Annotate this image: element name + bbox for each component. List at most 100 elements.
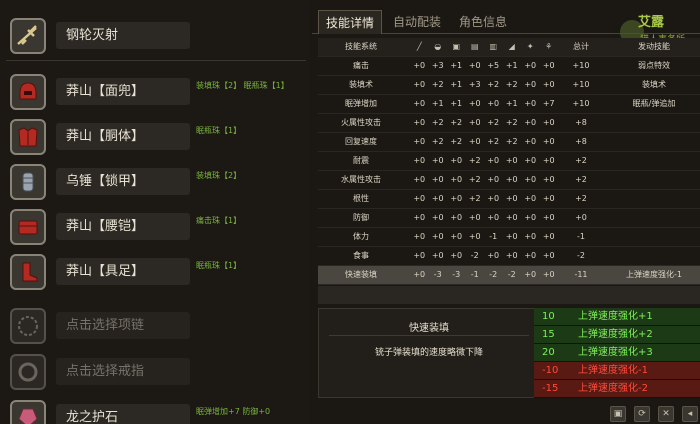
skill-point-cell: +0 [431, 213, 444, 222]
weapon-slot[interactable]: 钢轮灭射 [6, 16, 306, 56]
skill-point-cell: +0 [542, 270, 555, 279]
table-footer [318, 286, 700, 304]
table-row[interactable]: 食事 +0 +0 +0 -2 +0 +0 +0 +0 -2 [318, 247, 700, 266]
boots-icon [10, 254, 46, 290]
tab-character-info[interactable]: 角色信息 [452, 10, 514, 34]
skill-point-cell: +2 [487, 118, 500, 127]
activated-skill [608, 114, 700, 132]
skill-name: 回复速度 [345, 137, 377, 146]
skill-name: 水属性攻击 [341, 175, 381, 184]
skill-name: 眠弹增加 [345, 99, 377, 108]
table-row[interactable]: 体力 +0 +0 +0 +0 -1 +0 +0 +0 -1 [318, 228, 700, 247]
effect-points: 10 [542, 311, 555, 322]
select-ring-button[interactable]: 点击选择戒指 [56, 358, 190, 385]
skill-point-cell: +0 [542, 213, 555, 222]
skill-total: -1 [577, 232, 585, 241]
skill-point-cell: -3 [452, 270, 461, 279]
helm-icon: ◒ [434, 42, 442, 51]
table-row[interactable]: 水属性攻击 +0 +0 +0 +2 +0 +0 +0 +0 +2 [318, 171, 700, 190]
skill-name: 装填术 [349, 80, 373, 89]
skill-point-cell: +0 [542, 80, 555, 89]
tab-auto-equip[interactable]: 自动配装 [386, 10, 448, 34]
skill-point-cell: +0 [542, 251, 555, 260]
chest-icon: ▣ [452, 42, 461, 51]
charm-icon [10, 400, 46, 424]
armor-slot-head[interactable]: 莽山【面兜】 装填珠【2】 眠瓶珠【1】 [6, 72, 306, 112]
skill-point-cell: +2 [431, 80, 444, 89]
table-row[interactable]: 眠弹增加 +0 +1 +1 +0 +0 +1 +0 +7 +10 眠瓶/弹追加 [318, 95, 700, 114]
effect-points: -10 [542, 365, 559, 376]
helm-icon [10, 74, 46, 110]
skill-point-cell: +0 [413, 118, 426, 127]
effect-name: 上弹速度强化+2 [578, 329, 653, 340]
deco-icon: ⚘ [545, 42, 553, 51]
skill-point-cell: +5 [487, 61, 500, 70]
skill-point-cell: +0 [505, 156, 518, 165]
waist-icon: ▥ [489, 42, 498, 51]
skill-point-cell: +1 [450, 61, 463, 70]
armor-slot-arms[interactable]: 乌锤【锁甲】 装填珠【2】 [6, 162, 306, 202]
skill-info-panel: 快速装填 铳子弹装填的速度略微下降 [318, 308, 538, 398]
table-row[interactable]: 痛击 +0 +3 +1 +0 +5 +1 +0 +0 +10 弱点特效 [318, 57, 700, 76]
skill-total: +8 [575, 137, 587, 146]
skill-point-cell: +0 [542, 61, 555, 70]
skill-point-cell: +2 [431, 137, 444, 146]
activated-skill: 眠瓶/弹追加 [632, 99, 676, 108]
effect-row: -15 上弹速度强化-2 [534, 380, 700, 398]
skill-point-cell: +2 [468, 194, 481, 203]
table-row[interactable]: 防御 +0 +0 +0 +0 +0 +0 +0 +0 +0 [318, 209, 700, 228]
ring-slot[interactable]: 点击选择戒指 [6, 352, 306, 392]
skill-point-cell: +0 [505, 251, 518, 260]
charm-slot[interactable]: 龙之护石 眠弹增加+7 防御+0 [6, 398, 306, 424]
load-icon[interactable]: ⟳ [634, 406, 650, 422]
tab-skill-details[interactable]: 技能详情 [318, 10, 382, 34]
skill-point-cell: +0 [413, 270, 426, 279]
activated-skill: 弱点特效 [638, 61, 670, 70]
table-row[interactable]: 快速装填 +0 -3 -3 -1 -2 -2 +0 +0 -11 上弹速度强化-1 [318, 266, 700, 285]
equipment-panel: 钢轮灭射 莽山【面兜】 装填珠【2】 眠瓶珠【1】 莽山【胴体】 眠瓶珠【1】 … [0, 0, 310, 424]
skill-point-cell: +0 [487, 156, 500, 165]
effect-points: -15 [542, 383, 559, 394]
skill-point-cell: +0 [524, 270, 537, 279]
save-icon[interactable]: ▣ [610, 406, 626, 422]
gauntlet-icon [10, 164, 46, 200]
effect-points: 20 [542, 347, 555, 358]
effect-name: 上弹速度强化-1 [578, 365, 648, 376]
skill-point-cell: +0 [431, 251, 444, 260]
skill-point-cell: +0 [468, 99, 481, 108]
effect-name: 上弹速度强化-2 [578, 383, 648, 394]
skill-point-cell: +1 [505, 99, 518, 108]
skill-point-cell: +0 [413, 80, 426, 89]
skill-point-cell: -1 [489, 232, 498, 241]
activated-skill [608, 152, 700, 170]
skill-point-cell: +0 [450, 156, 463, 165]
armor-name: 莽山【腰铠】 [56, 213, 190, 240]
skill-total: +2 [575, 175, 587, 184]
armor-slot-waist[interactable]: 莽山【腰铠】 痛击珠【1】 [6, 207, 306, 247]
activated-skill: 上弹速度强化-1 [626, 270, 682, 279]
arms-icon: ▤ [470, 42, 479, 51]
skill-point-cell: +0 [524, 251, 537, 260]
table-row[interactable]: 回复速度 +0 +2 +2 +0 +2 +2 +0 +0 +8 [318, 133, 700, 152]
effect-name: 上弹速度强化+3 [578, 347, 653, 358]
activated-skill [608, 228, 700, 246]
waist-armor-icon [10, 209, 46, 245]
table-row[interactable]: 火属性攻击 +0 +2 +2 +0 +2 +2 +0 +0 +8 [318, 114, 700, 133]
table-row[interactable]: 耐震 +0 +0 +0 +2 +0 +0 +0 +0 +2 [318, 152, 700, 171]
skill-total: +10 [572, 61, 590, 70]
necklace-slot[interactable]: 点击选择项链 [6, 306, 306, 346]
skill-point-cell: +0 [450, 194, 463, 203]
skill-point-cell: +0 [468, 118, 481, 127]
skill-point-cell: +0 [524, 99, 537, 108]
armor-slot-chest[interactable]: 莽山【胴体】 眠瓶珠【1】 [6, 117, 306, 157]
select-necklace-button[interactable]: 点击选择项链 [56, 312, 190, 339]
skill-point-cell: +0 [431, 175, 444, 184]
share-icon[interactable]: ◂ [682, 406, 698, 422]
decoration-text: 眠瓶珠【1】 [196, 126, 242, 135]
skill-point-cell: +2 [505, 118, 518, 127]
table-row[interactable]: 根性 +0 +0 +0 +2 +0 +0 +0 +0 +2 [318, 190, 700, 209]
skill-total: -2 [577, 251, 585, 260]
armor-slot-legs[interactable]: 莽山【具足】 眠瓶珠【1】 [6, 252, 306, 292]
delete-icon[interactable]: ✕ [658, 406, 674, 422]
table-row[interactable]: 装填术 +0 +2 +1 +3 +2 +2 +0 +0 +10 装填术 [318, 76, 700, 95]
